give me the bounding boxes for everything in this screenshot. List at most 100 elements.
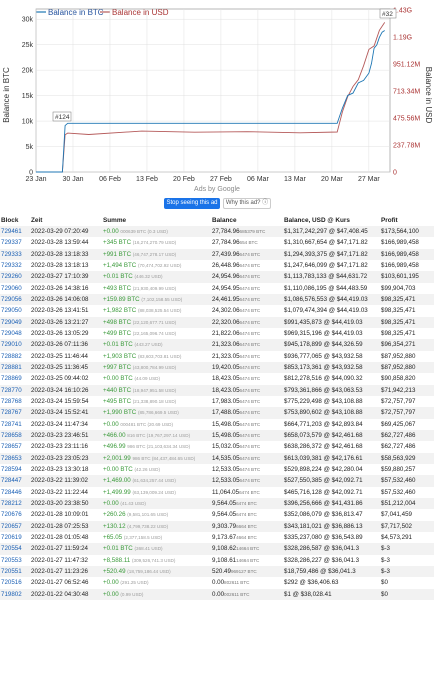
block-link[interactable]: 728447 bbox=[0, 475, 30, 487]
row-time: 2022-01-28 10:09:01 bbox=[31, 511, 89, 519]
x-axis: 23 Jan 30 Jan 06 Feb 13 Feb 20 Feb 27 Feb 06 M… bbox=[25, 176, 380, 183]
table-row: 728447 2022-03-22 11:39:02 +1,469.00 (61,6… bbox=[0, 475, 434, 487]
row-sum-usd: 000639 BTC (0.3 USD) bbox=[120, 229, 168, 235]
stop-seeing-ad-button[interactable]: Stop seeing this ad bbox=[164, 198, 220, 209]
row-balance-small: 6474 BTC bbox=[239, 342, 261, 348]
row-balance: 11,064.056474 BTC bbox=[211, 487, 283, 498]
block-link[interactable]: 720676 bbox=[0, 509, 30, 520]
row-balance-usd: $1,247,646,099 @ $47,171.82 bbox=[284, 262, 368, 270]
why-this-ad-button[interactable]: Why this ad? ⓘ bbox=[223, 198, 271, 209]
row-time: 2022-03-28 13:59:44 bbox=[31, 239, 89, 247]
row-balance: 12,533.056474 BTC bbox=[211, 464, 283, 475]
block-link[interactable]: 720554 bbox=[0, 543, 30, 555]
block-link[interactable]: 720657 bbox=[0, 520, 30, 532]
row-balance-value: 520.49 bbox=[212, 568, 231, 575]
row-profit: $7,041,459 bbox=[381, 511, 412, 519]
row-balance: 24,954.956474 BTC bbox=[211, 283, 283, 294]
row-sum-btc: +493 BTC bbox=[103, 284, 132, 292]
block-link[interactable]: 728657 bbox=[0, 441, 30, 452]
header-sum[interactable]: Summe bbox=[102, 214, 211, 226]
row-balance-value: 24,954.95 bbox=[212, 284, 240, 292]
x-tick-label: 27 Mar bbox=[358, 176, 380, 183]
block-link[interactable]: 729049 bbox=[0, 316, 30, 328]
block-link[interactable]: 728741 bbox=[0, 419, 30, 430]
row-balance-small: 6474 BTC bbox=[239, 251, 261, 257]
block-link[interactable]: 728653 bbox=[0, 452, 30, 464]
annotation-start: #124 bbox=[52, 111, 72, 122]
block-link[interactable]: 728869 bbox=[0, 373, 30, 384]
block-link[interactable]: 728767 bbox=[0, 407, 30, 419]
row-balance-value: 0.00 bbox=[212, 590, 225, 598]
row-time: 2022-03-23 23:05:23 bbox=[30, 452, 102, 464]
block-link[interactable]: 729056 bbox=[0, 293, 30, 306]
header-balance[interactable]: Balance bbox=[211, 214, 283, 226]
row-balance: 520.49969127 BTC bbox=[211, 565, 283, 578]
block-link[interactable]: 720619 bbox=[0, 532, 30, 543]
row-sum: +0.00 000481 BTC (20.69 USD) bbox=[102, 419, 211, 430]
table-row: 720554 2022-01-27 11:59:24 +0.01 BTC (368.… bbox=[0, 543, 434, 555]
row-balance-small: 6474 BTC bbox=[239, 263, 261, 269]
row-balance: 9,108.6114664 BTC bbox=[211, 555, 283, 566]
row-balance-usd: $396,256,666 @ $41,431.86 bbox=[283, 497, 380, 510]
block-link[interactable]: 728658 bbox=[0, 429, 30, 442]
row-profit: $-3 bbox=[380, 543, 434, 555]
x-tick-label: 23 Jan bbox=[25, 176, 46, 183]
x-tick-label: 06 Feb bbox=[99, 176, 121, 183]
header-profit[interactable]: Profit bbox=[380, 214, 434, 226]
row-sum: +130.12 (4,799,738.22 USD) bbox=[102, 520, 211, 532]
row-balance-small: 002611 BTC bbox=[224, 591, 250, 597]
row-profit: $4,573,291 bbox=[381, 534, 412, 542]
row-balance-usd: $1,113,783,133 @ $44,631.72 bbox=[283, 271, 380, 283]
block-link[interactable]: 729010 bbox=[0, 339, 30, 351]
ads-by-google-label: Ads by Google bbox=[194, 186, 240, 193]
row-balance: 17,983.056474 BTC bbox=[211, 396, 283, 407]
row-sum: +1,903 BTC (83,603,703.81 USD) bbox=[102, 351, 211, 362]
block-link[interactable]: 728594 bbox=[0, 464, 30, 475]
row-balance-value: 27,784.96 bbox=[212, 239, 240, 247]
row-balance-usd: $1 @ $38,028.41 bbox=[283, 588, 380, 600]
header-block[interactable]: Block bbox=[0, 214, 30, 226]
row-sum: +496.99 986 BTC (21,103,634.34 USD) bbox=[102, 441, 211, 452]
table-body: 729461 2022-03-29 07:20:49 +0.00 000639 BT… bbox=[0, 226, 434, 600]
row-sum-btc: +345 BTC bbox=[103, 239, 132, 247]
block-link[interactable]: 728770 bbox=[0, 384, 30, 396]
block-link[interactable]: 729461 bbox=[0, 226, 30, 238]
y-tick-left-label: 10k bbox=[22, 119, 34, 126]
row-sum: +345 BTC (16,274,270.79 USD) bbox=[102, 237, 211, 248]
row-sum: +0.00 BTC (42.26 USD) bbox=[102, 464, 211, 475]
block-link[interactable]: 729333 bbox=[0, 248, 30, 260]
row-balance-usd: $1,079,474,394 @ $44,419.03 bbox=[284, 307, 368, 315]
block-link[interactable]: 728881 bbox=[0, 361, 30, 374]
block-link[interactable]: 729337 bbox=[0, 237, 30, 248]
block-link[interactable]: 729050 bbox=[0, 305, 30, 316]
row-sum: +1,494 BTC (70,474,702.92 USD) bbox=[102, 260, 211, 271]
y-tick-right-label: 713.34M bbox=[393, 89, 420, 96]
block-link[interactable]: 720553 bbox=[0, 555, 30, 566]
header-time[interactable]: Zeit bbox=[30, 214, 102, 226]
row-balance-usd: $529,898,224 @ $42,280.04 bbox=[284, 466, 363, 474]
table-row: 728768 2022-03-24 15:59:54 +495 BTC (21,33… bbox=[0, 396, 434, 407]
block-link[interactable]: 729260 bbox=[0, 271, 30, 283]
row-balance: 14,535.056474 BTC bbox=[211, 452, 283, 464]
block-link[interactable]: 729060 bbox=[0, 283, 30, 294]
header-balance-usd[interactable]: Balance, USD @ Kurs bbox=[283, 214, 380, 226]
block-link[interactable]: 729332 bbox=[0, 260, 30, 271]
row-sum-usd: (41.43 USD) bbox=[120, 501, 146, 507]
block-link[interactable]: 728882 bbox=[0, 351, 30, 362]
block-link[interactable]: 728446 bbox=[0, 487, 30, 498]
table-row: 720657 2022-01-28 07:25:53 +130.12 (4,799,… bbox=[0, 520, 434, 532]
row-sum: +65.05 (2,377,158.5 USD) bbox=[102, 532, 211, 543]
x-tick-label: 20 Mar bbox=[321, 176, 343, 183]
block-link[interactable]: 719802 bbox=[0, 588, 30, 600]
block-link[interactable]: 728768 bbox=[0, 396, 30, 407]
block-link[interactable]: 720551 bbox=[0, 565, 30, 578]
row-time: 2022-03-29 07:20:49 bbox=[30, 226, 102, 238]
table-row: 729060 2022-03-26 14:38:16 +493 BTC (21,93… bbox=[0, 283, 434, 294]
row-profit: $72,757,797 bbox=[380, 407, 434, 419]
block-link[interactable]: 729048 bbox=[0, 328, 30, 339]
block-link[interactable]: 720516 bbox=[0, 577, 30, 588]
row-sum-btc: +0.00 BTC bbox=[103, 466, 133, 474]
series-line-btc bbox=[36, 30, 385, 173]
block-link[interactable]: 728212 bbox=[0, 497, 30, 510]
row-sum-usd: (43,800,784.99 USD) bbox=[132, 365, 177, 371]
